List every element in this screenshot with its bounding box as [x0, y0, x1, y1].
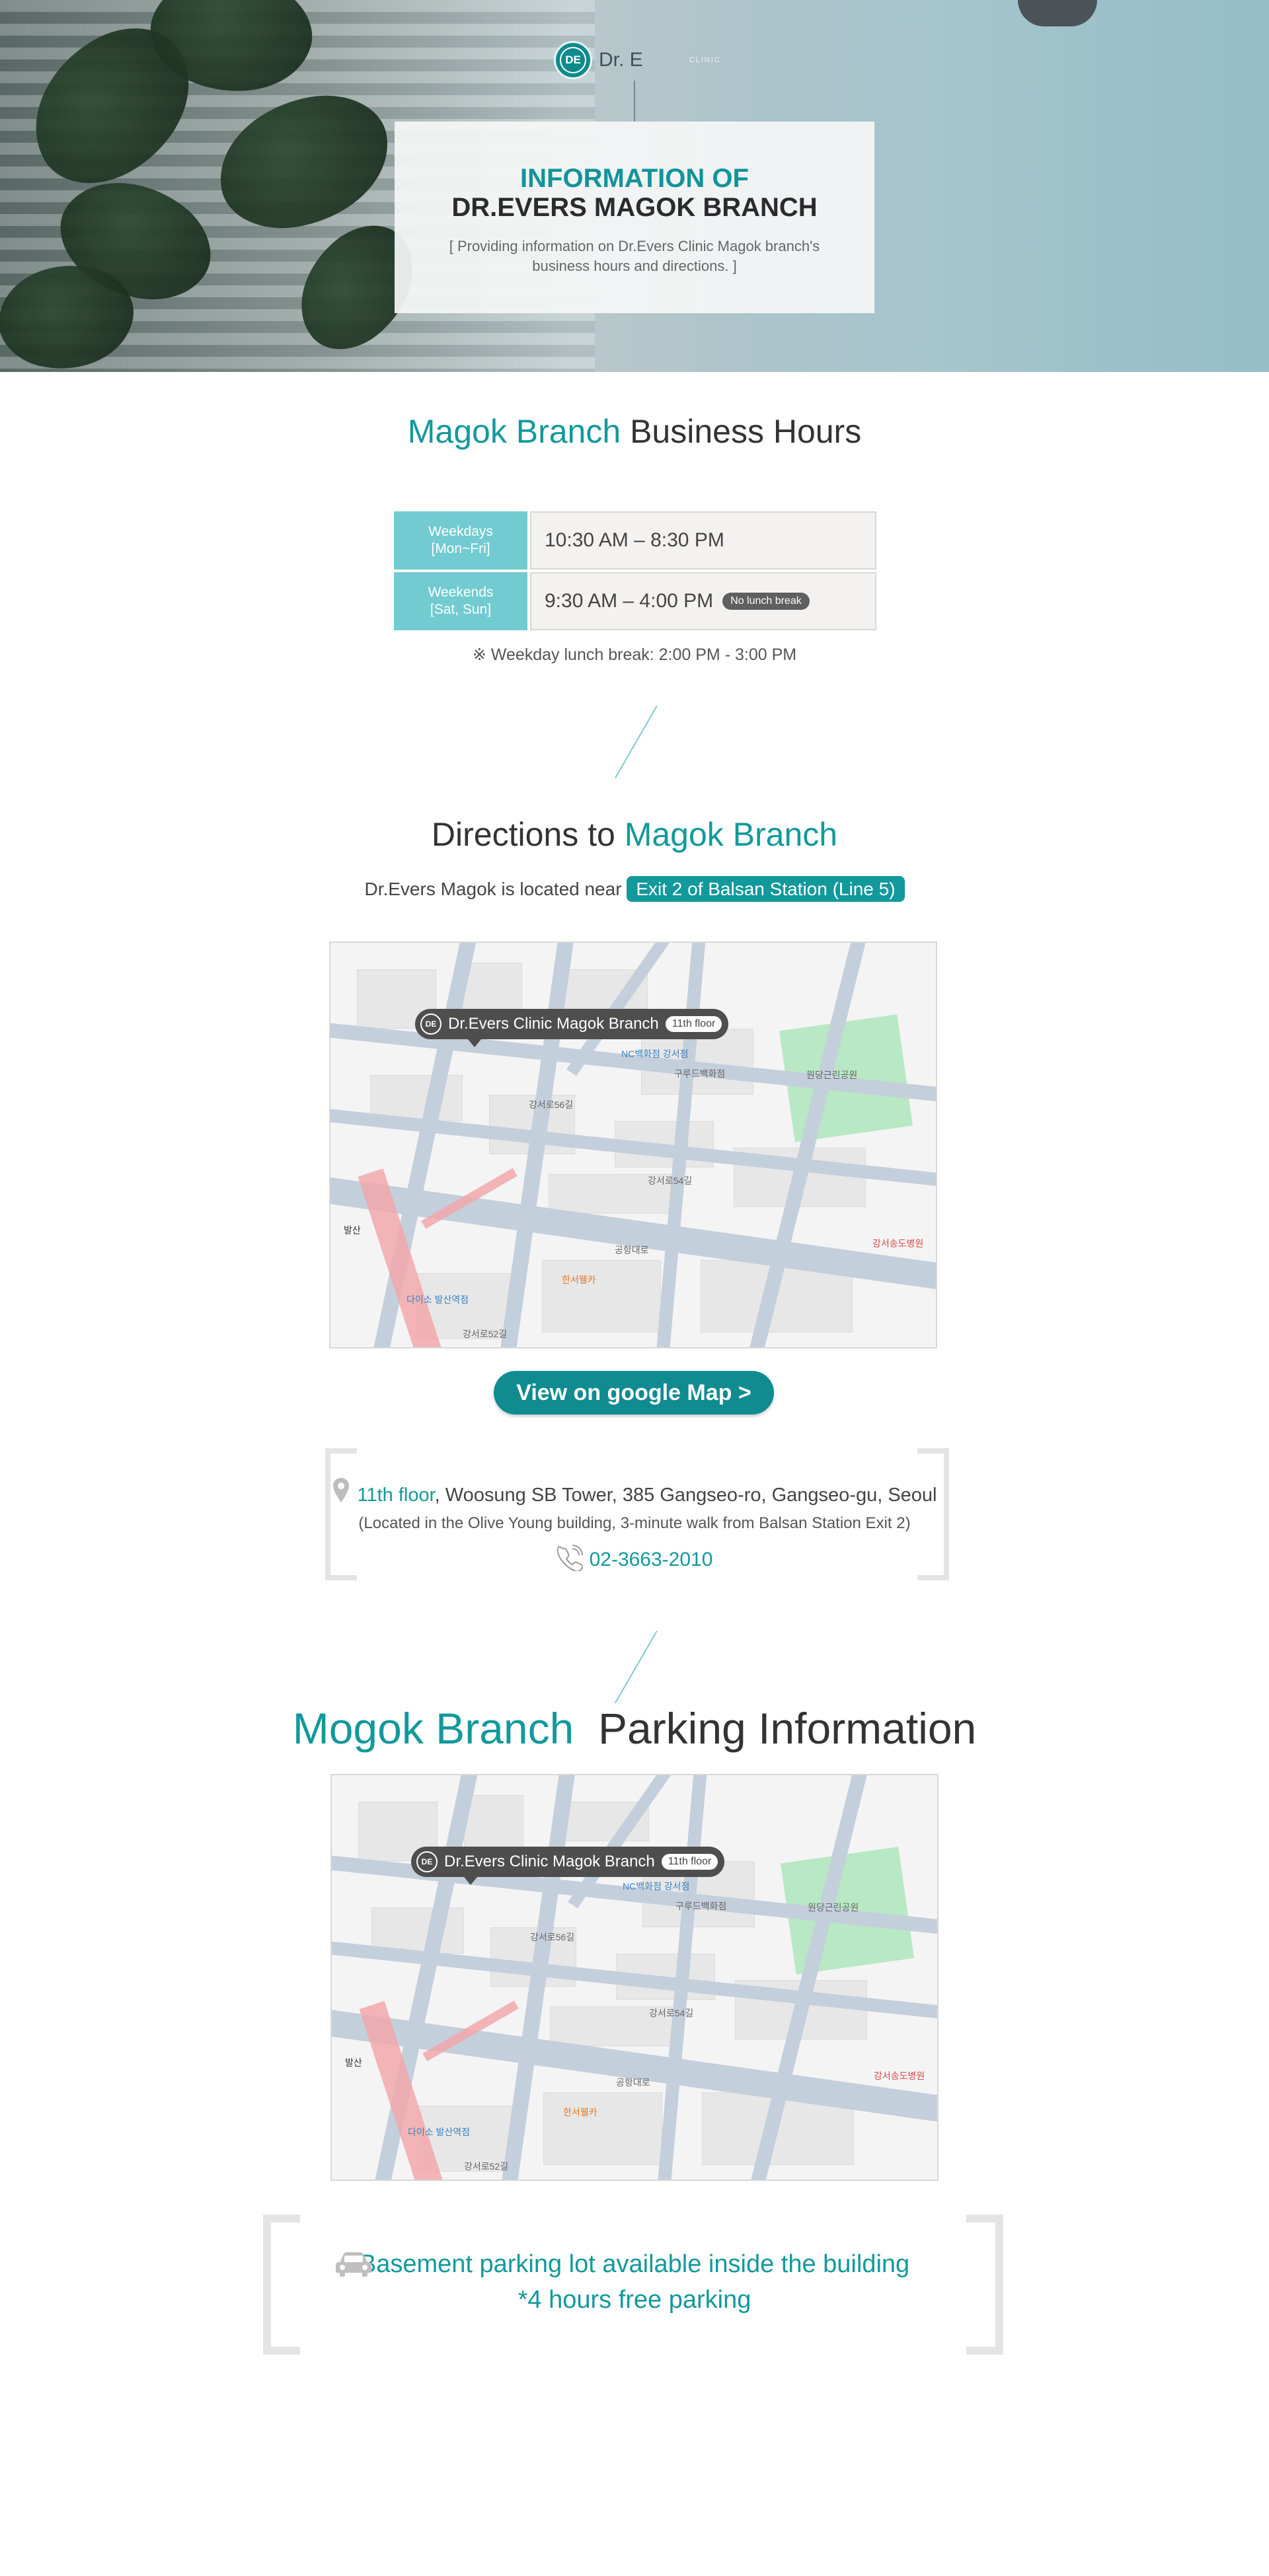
hero-title-line1: INFORMATION OF	[520, 164, 749, 193]
view-google-map-button[interactable]: View on google Map >	[494, 1371, 774, 1415]
station-exit-highlight: Exit 2 of Balsan Station (Line 5)	[627, 876, 905, 902]
table-row: Weekdays [Mon~Fri] 10:30 AM – 8:30 PM	[394, 511, 876, 570]
lunch-break-note: ※ Weekday lunch break: 2:00 PM - 3:00 PM	[472, 645, 797, 664]
section-divider-line	[615, 1631, 658, 1704]
address-line: 11th floor, Woosung SB Tower, 385 Gangse…	[0, 1477, 1269, 1506]
logo-subtext: CLINIC	[689, 56, 721, 64]
weekend-label: Weekends [Sat, Sun]	[394, 572, 527, 630]
parking-title: Mogok Branch Parking Information	[0, 1703, 1269, 1753]
hero-title-card: INFORMATION OF DR.EVERS MAGOK BRANCH [ P…	[395, 122, 874, 313]
hero-banner: DE Dr. E CLINIC INFORMATION OF DR.EVERS …	[0, 0, 1269, 372]
hero-connector-line	[634, 81, 635, 122]
table-row: Weekends [Sat, Sun] 9:30 AM – 4:00 PM No…	[394, 572, 876, 630]
clinic-map-marker[interactable]: DE Dr.Evers Clinic Magok Branch 11th flo…	[415, 1009, 729, 1047]
clinic-logo: DE Dr. E CLINIC	[554, 40, 721, 80]
directions-note: Dr.Evers Magok is located near Exit 2 of…	[0, 876, 1269, 902]
directions-map[interactable]: DE Dr.Evers Clinic Magok Branch 11th flo…	[329, 941, 937, 1348]
parking-line2: *4 hours free parking	[518, 2286, 751, 2314]
hero-title-line2: DR.EVERS MAGOK BRANCH	[451, 193, 818, 222]
directions-title: Directions to Magok Branch	[0, 815, 1269, 854]
parking-line1: Basement parking lot available inside th…	[359, 2250, 910, 2278]
weekday-hours: 10:30 AM – 8:30 PM	[530, 511, 876, 570]
location-pin-icon	[333, 1478, 350, 1502]
clinic-map-marker[interactable]: DE Dr.Evers Clinic Magok Branch 11th flo…	[411, 1847, 725, 1885]
no-lunch-badge: No lunch break	[722, 593, 810, 610]
section-divider-line	[615, 706, 658, 779]
business-hours-title: Magok Branch Business Hours	[0, 412, 1269, 451]
phone-icon	[557, 1545, 583, 1572]
parking-info: Basement parking lot available inside th…	[0, 2246, 1269, 2318]
business-hours-table: Weekdays [Mon~Fri] 10:30 AM – 8:30 PM We…	[394, 511, 876, 633]
weekday-label: Weekdays [Mon~Fri]	[394, 511, 527, 570]
address-sub-note: (Located in the Olive Young building, 3-…	[358, 1514, 911, 1532]
logo-text: Dr. E	[599, 49, 643, 71]
hero-subtitle: [ Providing information on Dr.Evers Clin…	[449, 238, 820, 274]
clinic-logo-icon: DE	[416, 1851, 438, 1872]
logo-mark-icon: DE	[554, 41, 592, 79]
car-icon	[336, 2252, 371, 2277]
phone-number[interactable]: 02-3663-2010	[0, 1545, 1269, 1572]
clinic-logo-icon: DE	[420, 1013, 442, 1035]
parking-map[interactable]: DE Dr.Evers Clinic Magok Branch 11th flo…	[330, 1774, 939, 2181]
weekend-hours: 9:30 AM – 4:00 PM No lunch break	[530, 572, 876, 630]
